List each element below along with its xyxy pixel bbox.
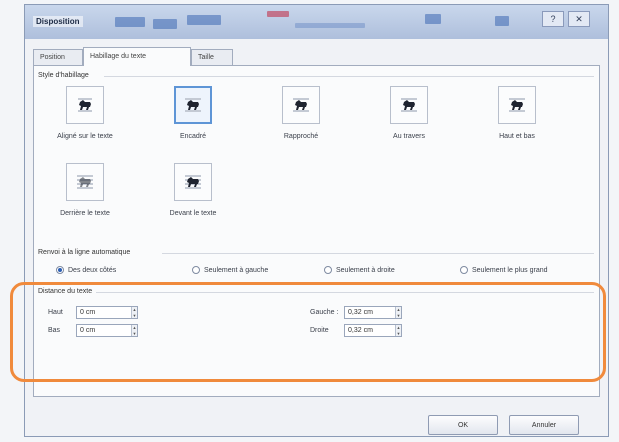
wrap-both-sides-label: Des deux côtés <box>68 266 117 274</box>
wrap-square-label: Encadré <box>179 133 207 140</box>
distance-right-field: Droite ▲ ▼ <box>310 324 402 337</box>
wrap-largest-only-label: Seulement le plus grand <box>472 266 548 274</box>
dialog-titlebar[interactable]: Disposition ? ✕ <box>25 5 608 39</box>
distance-top-label: Haut <box>48 309 63 316</box>
spin-down-icon[interactable]: ▼ <box>132 331 137 337</box>
wrap-inline-label: Aligné sur le texte <box>57 133 113 140</box>
wrap-in-front-of-text-icon <box>174 163 212 201</box>
wrap-square[interactable]: Encadré <box>152 86 234 140</box>
section-divider <box>104 76 594 77</box>
wrap-through[interactable]: Au travers <box>368 86 450 140</box>
wrap-square-icon <box>174 86 212 124</box>
wrap-behind-text[interactable]: Derrière le texte <box>44 163 126 217</box>
titlebar-decoration <box>495 16 509 26</box>
titlebar-decoration <box>425 14 441 24</box>
wrap-right-only-radio[interactable]: Seulement à droite <box>324 266 395 274</box>
text-wrapping-panel: Style d'habillage Aligné sur le texte En… <box>33 65 600 397</box>
distance-top-arrows: ▲ ▼ <box>131 307 137 318</box>
distance-bottom-input[interactable] <box>77 325 131 336</box>
distance-right-input[interactable] <box>345 325 395 336</box>
wrap-both-sides-radio[interactable]: Des deux côtés <box>56 266 116 274</box>
distance-top-spinner: ▲ ▼ <box>76 306 138 319</box>
wrap-text-heading: Renvoi à la ligne automatique <box>38 249 131 256</box>
wrap-top-bottom-label: Haut et bas <box>499 133 535 140</box>
tab-text-wrapping[interactable]: Habillage du texte <box>83 47 191 66</box>
spin-down-icon[interactable]: ▼ <box>396 313 401 319</box>
distance-right-label: Droite <box>310 327 329 334</box>
tab-size[interactable]: Taille <box>191 49 233 65</box>
wrap-left-only-radio[interactable]: Seulement à gauche <box>192 266 268 274</box>
wrap-tight[interactable]: Rapproché <box>260 86 342 140</box>
distance-bottom-spinner: ▲ ▼ <box>76 324 138 337</box>
distance-left-input[interactable] <box>345 307 395 318</box>
distance-bottom-arrows: ▲ ▼ <box>131 325 137 336</box>
close-button[interactable]: ✕ <box>568 11 590 27</box>
dialog-title: Disposition <box>33 16 83 27</box>
titlebar-decoration <box>115 17 145 27</box>
wrap-behind-text-label: Derrière le texte <box>60 210 110 217</box>
distance-bottom-label: Bas <box>48 327 61 334</box>
wrap-in-front-of-text-label: Devant le texte <box>169 210 217 217</box>
layout-dialog: Disposition ? ✕ Position Habillage du te… <box>24 4 609 437</box>
distance-top-field: Haut ▲ ▼ <box>48 306 138 319</box>
radio-indicator <box>192 266 200 274</box>
spin-down-icon[interactable]: ▼ <box>132 313 137 319</box>
wrap-behind-text-icon <box>66 163 104 201</box>
distance-left-label: Gauche : <box>310 309 339 316</box>
distance-left-spinner: ▲ ▼ <box>344 306 402 319</box>
wrap-left-only-label: Seulement à gauche <box>204 266 269 274</box>
wrap-top-bottom-icon <box>498 86 536 124</box>
wrap-through-label: Au travers <box>393 133 425 140</box>
radio-indicator <box>324 266 332 274</box>
tab-position[interactable]: Position <box>33 49 83 65</box>
wrap-top-bottom[interactable]: Haut et bas <box>476 86 558 140</box>
wrap-inline[interactable]: Aligné sur le texte <box>44 86 126 140</box>
spin-down-icon[interactable]: ▼ <box>396 331 401 337</box>
radio-indicator <box>460 266 468 274</box>
distance-heading: Distance du texte <box>38 288 93 295</box>
titlebar-decoration <box>153 19 177 29</box>
cancel-button[interactable]: Annuler <box>509 415 579 435</box>
distance-right-spinner: ▲ ▼ <box>344 324 402 337</box>
distance-right-arrows: ▲ ▼ <box>395 325 401 336</box>
titlebar-decoration <box>187 15 221 25</box>
distance-left-arrows: ▲ ▼ <box>395 307 401 318</box>
distance-left-field: Gauche : ▲ ▼ <box>310 306 402 319</box>
titlebar-decoration <box>267 11 289 17</box>
wrap-through-icon <box>390 86 428 124</box>
wrap-style-heading: Style d'habillage <box>38 72 89 79</box>
section-divider <box>162 253 594 254</box>
wrap-tight-icon <box>282 86 320 124</box>
wrap-inline-icon <box>66 86 104 124</box>
wrap-in-front-of-text[interactable]: Devant le texte <box>152 163 234 217</box>
help-button[interactable]: ? <box>542 11 564 27</box>
distance-bottom-field: Bas ▲ ▼ <box>48 324 138 337</box>
distance-top-input[interactable] <box>77 307 131 318</box>
ok-button[interactable]: OK <box>428 415 498 435</box>
wrap-largest-only-radio[interactable]: Seulement le plus grand <box>460 266 548 274</box>
wrap-right-only-label: Seulement à droite <box>336 266 395 274</box>
titlebar-decoration <box>295 23 365 28</box>
radio-indicator <box>56 266 64 274</box>
section-divider <box>96 292 594 293</box>
wrap-tight-label: Rapproché <box>283 133 319 140</box>
